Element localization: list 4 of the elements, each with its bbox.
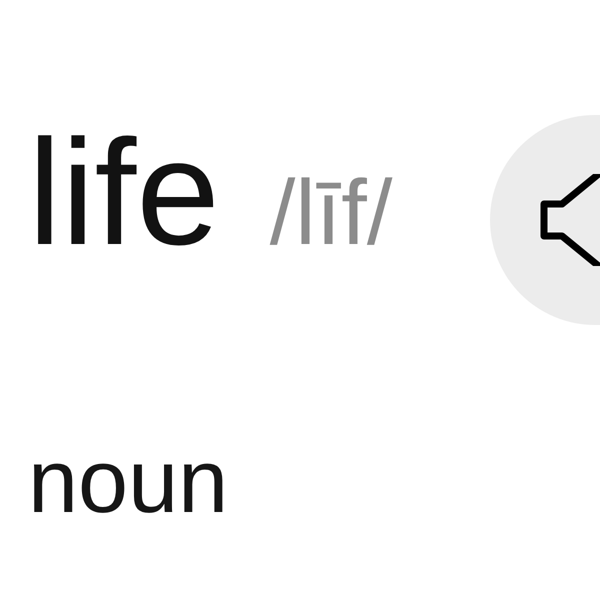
part-of-speech: noun	[28, 437, 230, 527]
pronunciation: /līf/	[270, 167, 392, 259]
speaker-icon	[540, 174, 600, 266]
headword: life	[28, 117, 220, 267]
